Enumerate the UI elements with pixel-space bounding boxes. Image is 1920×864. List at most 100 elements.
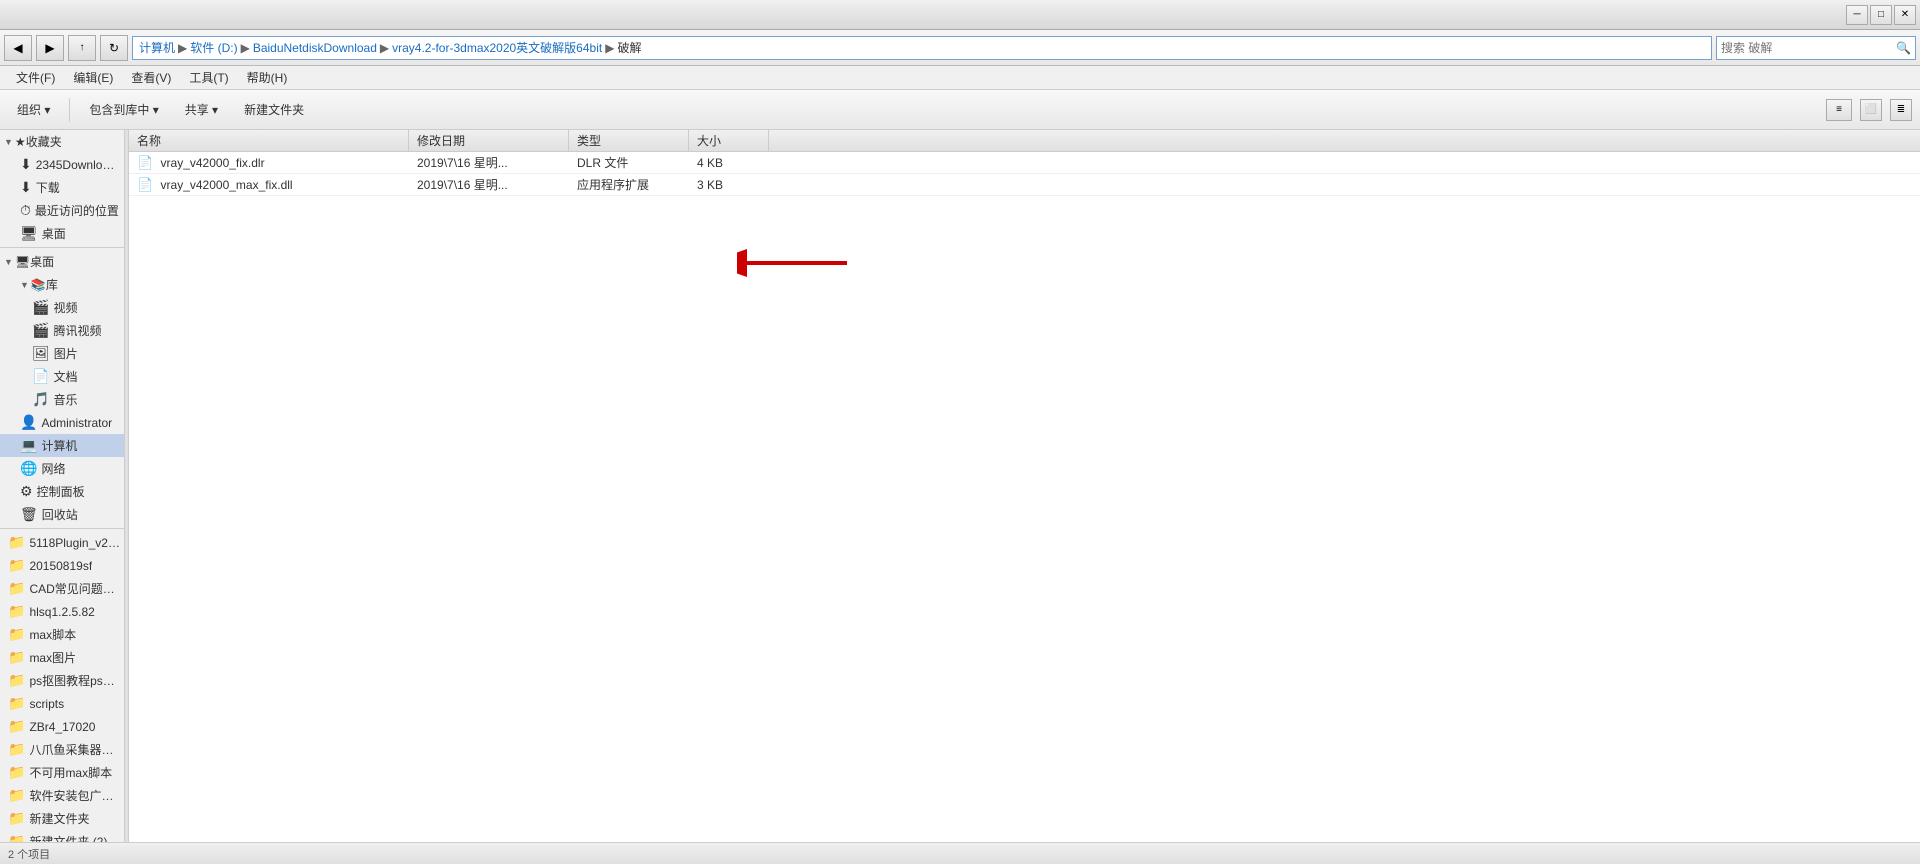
sidebar-item-recycle[interactable]: 🗑 回收站	[0, 503, 124, 526]
status-item-count: 2 个项目	[8, 846, 50, 862]
folder-icon-invalid: 📁	[8, 764, 25, 781]
new-folder-2-label: 新建文件夹 (2)	[29, 833, 107, 842]
folder-icon-software-pkg: 📁	[8, 787, 25, 804]
search-input[interactable]	[1721, 41, 1896, 55]
file-size-2: 3 KB	[689, 176, 769, 194]
organize-button[interactable]: 组织 ▾	[8, 96, 59, 123]
table-row[interactable]: 📄 vray_v42000_max_fix.dll 2019\7\16 星明..…	[129, 174, 1920, 196]
col-header-size[interactable]: 大小	[689, 130, 769, 151]
sidebar-item-cad[interactable]: 📁 CAD常见问题广片...	[0, 577, 124, 600]
path-part-vray[interactable]: vray4.2-for-3dmax2020英文破解版64bit	[392, 39, 602, 56]
preview-button[interactable]: ⬜	[1860, 99, 1882, 121]
forward-button[interactable]: ▶	[36, 35, 64, 61]
toolbar-sep-1	[69, 98, 70, 122]
2345-label: 2345Download...	[36, 158, 120, 172]
include-library-button[interactable]: 包含到库中 ▾	[80, 96, 167, 123]
sidebar-item-video[interactable]: 🎬 视频	[0, 296, 124, 319]
col-header-date[interactable]: 修改日期	[409, 130, 569, 151]
tencent-video-icon: 🎬	[32, 322, 49, 339]
sidebar-item-software-pkg[interactable]: 📁 软件安装包广告(...	[0, 784, 124, 807]
path-part-computer[interactable]: 计算机	[139, 39, 175, 56]
organize-label: 组织 ▾	[17, 101, 50, 118]
menu-help[interactable]: 帮助(H)	[239, 67, 296, 88]
refresh-button[interactable]: ↻	[100, 35, 128, 61]
path-part-drive[interactable]: 软件 (D:)	[190, 39, 237, 56]
recent-label: 最近访问的位置	[35, 202, 119, 219]
sidebar-item-ps[interactable]: 📁 ps抠图教程ps抠...	[0, 669, 124, 692]
sidebar-item-music[interactable]: 🎵 音乐	[0, 388, 124, 411]
sidebar-item-scripts[interactable]: 📁 scripts	[0, 692, 124, 715]
file-type-2: 应用程序扩展	[569, 174, 689, 195]
folder-icon-new-2: 📁	[8, 833, 25, 842]
sidebar-item-documents[interactable]: 📄 文档	[0, 365, 124, 388]
sidebar-item-2345[interactable]: ⬇ 2345Download...	[0, 153, 124, 176]
sidebar-div-2	[0, 528, 124, 529]
back-button[interactable]: ◀	[4, 35, 32, 61]
sidebar-item-download[interactable]: ⬇ 下载	[0, 176, 124, 199]
close-button[interactable]: ✕	[1894, 5, 1916, 25]
invalid-script-label: 不可用max脚本	[29, 764, 112, 781]
file-date-1: 2019\7\16 星明...	[409, 152, 569, 173]
sidebar-item-controlpanel[interactable]: ⚙ 控制面板	[0, 480, 124, 503]
search-box[interactable]: 🔍	[1716, 36, 1916, 60]
tencent-video-label: 腾讯视频	[53, 322, 101, 339]
up-button[interactable]: ↑	[68, 35, 96, 61]
sidebar-item-administrator[interactable]: 👤 Administrator	[0, 411, 124, 434]
file-size-1: 4 KB	[689, 154, 769, 172]
sidebar-item-hlsq[interactable]: 📁 hlsq1.2.5.82	[0, 600, 124, 623]
sidebar-item-tencent-video[interactable]: 🎬 腾讯视频	[0, 319, 124, 342]
desktop-fav-label: 桌面	[42, 225, 66, 242]
sidebar-item-20150819sf[interactable]: 📁 20150819sf	[0, 554, 124, 577]
sidebar-item-zbr4[interactable]: 📁 ZBr4_17020	[0, 715, 124, 738]
video-icon: 🎬	[32, 299, 49, 316]
sidebar-item-new-folder-2[interactable]: 📁 新建文件夹 (2)	[0, 830, 124, 842]
sidebar-item-max-script[interactable]: 📁 max脚本	[0, 623, 124, 646]
sidebar-item-max-image[interactable]: 📁 max图片	[0, 646, 124, 669]
sidebar-item-favorites[interactable]: ▼ ★ 收藏夹	[0, 130, 124, 153]
sidebar-item-network[interactable]: 🌐 网络	[0, 457, 124, 480]
favorites-label: 收藏夹	[26, 133, 62, 150]
sidebar-item-pictures[interactable]: 🖼 图片	[0, 342, 124, 365]
music-label: 音乐	[53, 391, 77, 408]
sidebar-item-new-folder[interactable]: 📁 新建文件夹	[0, 807, 124, 830]
computer-label: 计算机	[41, 437, 77, 454]
sidebar-item-computer[interactable]: 💻 计算机	[0, 434, 124, 457]
pictures-icon: 🖼	[32, 345, 50, 362]
minimize-button[interactable]: ─	[1846, 5, 1868, 25]
sidebar-item-desktop-fav[interactable]: 🖥 桌面	[0, 222, 124, 245]
new-folder-button[interactable]: 新建文件夹	[235, 96, 313, 123]
2345-icon: ⬇	[20, 156, 32, 173]
view-toggle-button[interactable]: ≡	[1826, 99, 1852, 121]
details-button[interactable]: ≣	[1890, 99, 1912, 121]
path-part-baidu[interactable]: BaiduNetdiskDownload	[253, 41, 377, 55]
sidebar-div-1	[0, 247, 124, 248]
menu-view[interactable]: 查看(V)	[123, 67, 179, 88]
sidebar-item-recent[interactable]: ⏱ 最近访问的位置	[0, 199, 124, 222]
desktop-fav-icon: 🖥	[20, 225, 38, 242]
video-label: 视频	[53, 299, 77, 316]
col-header-name[interactable]: 名称	[129, 130, 409, 151]
expand-arrow-favorites: ▼	[4, 137, 13, 147]
menu-edit[interactable]: 编辑(E)	[65, 67, 121, 88]
address-path[interactable]: 计算机 ▶ 软件 (D:) ▶ BaiduNetdiskDownload ▶ v…	[132, 36, 1712, 60]
sidebar-item-bazhanyu[interactable]: 📁 八爪鱼采集器V7...	[0, 738, 124, 761]
file-area-wrapper: 名称 修改日期 类型 大小 📄 vray_v42000_fix.dlr 2019…	[129, 130, 1920, 842]
share-button[interactable]: 共享 ▾	[176, 96, 227, 123]
file-list: 📄 vray_v42000_fix.dlr 2019\7\16 星明... DL…	[129, 152, 1920, 842]
sidebar-item-desktop[interactable]: ▼ 🖥 桌面	[0, 250, 124, 273]
sidebar-item-5118plugin[interactable]: 📁 5118Plugin_v2.0...	[0, 531, 124, 554]
menu-bar: 文件(F) 编辑(E) 查看(V) 工具(T) 帮助(H)	[0, 66, 1920, 90]
menu-tools[interactable]: 工具(T)	[181, 67, 236, 88]
network-icon: 🌐	[20, 460, 37, 477]
sidebar-item-invalid-script[interactable]: 📁 不可用max脚本	[0, 761, 124, 784]
file-name-1: 📄 vray_v42000_fix.dlr	[129, 153, 409, 173]
table-row[interactable]: 📄 vray_v42000_fix.dlr 2019\7\16 星明... DL…	[129, 152, 1920, 174]
folder-icon-cad: 📁	[8, 580, 25, 597]
col-header-type[interactable]: 类型	[569, 130, 689, 151]
menu-file[interactable]: 文件(F)	[8, 67, 63, 88]
include-library-label: 包含到库中 ▾	[89, 101, 158, 118]
sidebar-item-library[interactable]: ▼ 📚 库	[0, 273, 124, 296]
maximize-button[interactable]: □	[1870, 5, 1892, 25]
pictures-label: 图片	[54, 345, 78, 362]
folder-icon-max-image: 📁	[8, 649, 25, 666]
